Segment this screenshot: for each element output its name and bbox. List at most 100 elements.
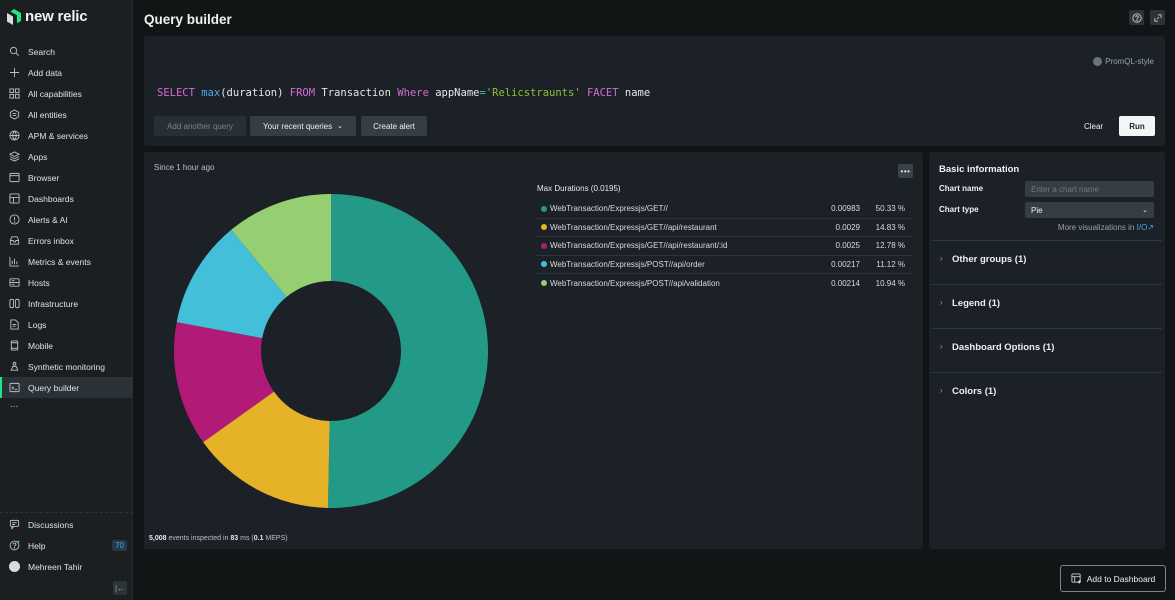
sidebar-item-help[interactable]: Help 70 bbox=[0, 535, 133, 556]
ms-label: ms ( bbox=[240, 535, 254, 542]
sidebar-item-dashboards[interactable]: Dashboards bbox=[0, 188, 133, 209]
sidebar-item-hosts[interactable]: Hosts bbox=[0, 272, 133, 293]
io-link[interactable]: I/O↗ bbox=[1137, 223, 1154, 232]
browser-icon bbox=[9, 172, 20, 183]
add-another-query-button[interactable]: Add another query bbox=[154, 116, 246, 136]
query-token-select: SELECT bbox=[157, 87, 195, 99]
chevron-down-icon: ⌄ bbox=[337, 123, 343, 130]
legend-row[interactable]: WebTransaction/Expressjs/POST//api/order… bbox=[536, 256, 912, 274]
stats-text: events inspected in bbox=[168, 535, 229, 542]
sidebar-item-label: APM & services bbox=[28, 130, 88, 141]
external-link-icon: ↗ bbox=[1147, 223, 1154, 232]
new-relic-logo[interactable]: new relic bbox=[7, 8, 88, 25]
sidebar-item-label: Help bbox=[28, 540, 46, 551]
legend-row[interactable]: WebTransaction/Expressjs/GET//api/restau… bbox=[536, 237, 912, 256]
share-link-button[interactable] bbox=[1150, 10, 1165, 25]
document-icon bbox=[9, 319, 20, 330]
promql-toggle[interactable]: PromQL-style bbox=[1093, 57, 1154, 66]
add-to-dashboard-button[interactable]: Add to Dashboard bbox=[1060, 565, 1166, 592]
infrastructure-icon bbox=[9, 298, 20, 309]
chart-name-label: Chart name bbox=[939, 184, 984, 193]
query-token-value: 'Relicstraunts' bbox=[485, 87, 581, 99]
chart-type-select[interactable]: Pie ⌄ bbox=[1025, 202, 1154, 218]
chart-options-button[interactable]: ••• bbox=[898, 164, 913, 178]
sidebar-item-add-data[interactable]: Add data bbox=[0, 62, 133, 83]
sidebar-item-metrics-events[interactable]: Metrics & events bbox=[0, 251, 133, 272]
sidebar-item-user[interactable]: Mehreen Tahir bbox=[0, 556, 133, 577]
sidebar-item-label: Logs bbox=[28, 319, 47, 330]
section-other-groups[interactable]: › Other groups (1) bbox=[932, 240, 1162, 284]
sidebar-item-label: Errors inbox bbox=[28, 235, 74, 246]
sidebar-item-search[interactable]: Search bbox=[0, 41, 133, 62]
discussions-icon bbox=[9, 519, 20, 530]
sidebar-item-browser[interactable]: Browser bbox=[0, 167, 133, 188]
section-legend[interactable]: › Legend (1) bbox=[932, 284, 1162, 328]
section-label: Legend (1) bbox=[952, 298, 1001, 309]
plus-icon bbox=[9, 67, 20, 78]
terminal-icon bbox=[9, 382, 20, 393]
sidebar-more-button[interactable]: ... bbox=[0, 398, 133, 419]
meps-value: 0.1 bbox=[253, 535, 264, 542]
sidebar-item-infrastructure[interactable]: Infrastructure bbox=[0, 293, 133, 314]
sidebar-item-discussions[interactable]: Discussions bbox=[0, 514, 133, 535]
sidebar-item-query-builder[interactable]: Query builder bbox=[0, 377, 133, 398]
sidebar-item-apps[interactable]: Apps bbox=[0, 146, 133, 167]
chevron-down-icon: ⌄ bbox=[1142, 207, 1148, 214]
sidebar-item-label: Browser bbox=[28, 172, 60, 183]
collapse-sidebar-button[interactable]: |← bbox=[113, 581, 127, 595]
sidebar-item-label: Hosts bbox=[28, 277, 50, 288]
pie-slice-0[interactable] bbox=[327, 194, 488, 508]
sidebar-item-label: Search bbox=[28, 46, 55, 57]
sidebar-item-label: Synthetic monitoring bbox=[28, 361, 106, 372]
legend-percent: 10.94 % bbox=[875, 278, 905, 288]
server-icon bbox=[9, 277, 20, 288]
chevron-right-icon: › bbox=[940, 254, 943, 263]
io-link-label: I/O bbox=[1136, 223, 1148, 232]
duration-ms: 83 bbox=[230, 535, 239, 542]
section-label: Dashboard Options (1) bbox=[952, 342, 1055, 353]
chart-panel: Since 1 hour ago ••• Max Durations (0.01… bbox=[144, 152, 923, 549]
bar-chart-icon bbox=[9, 256, 20, 267]
legend-value: 0.00983 bbox=[831, 204, 860, 214]
section-dashboard-options[interactable]: › Dashboard Options (1) bbox=[932, 328, 1162, 372]
sidebar-item-apm-services[interactable]: APM & services bbox=[0, 125, 133, 146]
dashboard-icon bbox=[9, 193, 20, 204]
sidebar-item-all-entities[interactable]: All entities bbox=[0, 104, 133, 125]
brand-name: new relic bbox=[25, 8, 88, 25]
legend-row[interactable]: WebTransaction/Expressjs/POST//api/valid… bbox=[536, 274, 912, 293]
promql-label: PromQL-style bbox=[1105, 57, 1154, 66]
dashboard-add-icon bbox=[1071, 573, 1081, 584]
inbox-icon bbox=[9, 235, 20, 246]
sidebar-item-alerts-ai[interactable]: Alerts & AI bbox=[0, 209, 133, 230]
create-alert-button[interactable]: Create alert bbox=[361, 116, 427, 136]
sidebar-item-label: Add data bbox=[28, 67, 63, 78]
sidebar-item-label: Dashboards bbox=[28, 193, 74, 204]
sidebar-item-synthetic-monitoring[interactable]: Synthetic monitoring bbox=[0, 356, 133, 377]
sidebar-item-mobile[interactable]: Mobile bbox=[0, 335, 133, 356]
more-horizontal-icon: ••• bbox=[900, 166, 911, 176]
question-icon bbox=[1131, 12, 1142, 23]
section-label: Other groups (1) bbox=[952, 254, 1027, 265]
chart-legend: WebTransaction/Expressjs/GET// 0.00983 50.… bbox=[536, 200, 912, 293]
chart-type-value: Pie bbox=[1031, 205, 1043, 215]
clear-button[interactable]: Clear bbox=[1076, 116, 1111, 136]
chevron-right-icon: › bbox=[940, 298, 943, 307]
chevron-right-icon: › bbox=[940, 342, 943, 351]
legend-percent: 50.33 % bbox=[875, 204, 905, 214]
recent-queries-dropdown[interactable]: Your recent queries ⌄ bbox=[250, 116, 356, 136]
legend-value: 0.0025 bbox=[835, 241, 860, 251]
chart-type-label: Chart type bbox=[939, 205, 979, 214]
sidebar-item-label: Metrics & events bbox=[28, 256, 91, 267]
run-button[interactable]: Run bbox=[1119, 116, 1155, 136]
sidebar-item-logs[interactable]: Logs bbox=[0, 314, 133, 335]
sidebar-item-all-capabilities[interactable]: All capabilities bbox=[0, 83, 133, 104]
layers-icon bbox=[9, 151, 20, 162]
new-relic-logo-icon bbox=[7, 8, 21, 25]
legend-row[interactable]: WebTransaction/Expressjs/GET//api/restau… bbox=[536, 219, 912, 237]
section-colors[interactable]: › Colors (1) bbox=[932, 372, 1162, 416]
chart-name-input[interactable] bbox=[1025, 181, 1154, 197]
sidebar-item-errors-inbox[interactable]: Errors inbox bbox=[0, 230, 133, 251]
help-button[interactable] bbox=[1129, 10, 1144, 25]
legend-row[interactable]: WebTransaction/Expressjs/GET// 0.00983 50.… bbox=[536, 200, 912, 219]
query-input[interactable]: SELECT max(duration) FROM Transaction Wh… bbox=[157, 87, 650, 99]
